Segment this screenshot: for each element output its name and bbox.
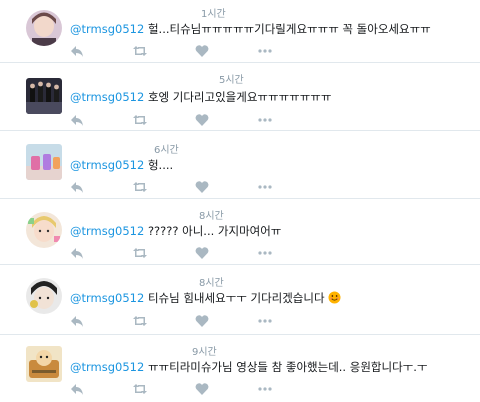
action-bar [70,113,370,127]
reply-text: @trmsg0512 헝.... [70,158,173,172]
more-icon[interactable] [258,113,272,127]
avatar[interactable] [26,78,62,114]
reply-item: 5시간 @trmsg0512 호엥 기다리고있을게요ㅠㅠㅠㅠㅠㅠㅠ [0,66,480,131]
smiling-emoji-icon [328,291,341,307]
reply-text: @trmsg0512 티슈님 힘내세요ㅜㅜ 기다리겠습니다 [70,291,341,307]
reply-text: @trmsg0512 호엥 기다리고있을게요ㅠㅠㅠㅠㅠㅠㅠ [70,90,331,104]
timestamp[interactable]: 5시간 [219,75,244,87]
reply-body: 헐...티슈님ㅠㅠㅠㅠㅠ기다릴게요ㅠㅠㅠ 꼭 돌아오세요ㅠㅠ [147,22,431,36]
timestamp[interactable]: 6시간 [154,145,179,157]
reply-icon[interactable] [70,314,84,328]
mention-link[interactable]: @trmsg0512 [70,291,144,305]
reply-item: 1시간 @trmsg0512 헐...티슈님ㅠㅠㅠㅠㅠ기다릴게요ㅠㅠㅠ 꼭 돌아… [0,0,480,63]
like-icon[interactable] [195,44,209,58]
action-bar [70,382,370,396]
timestamp[interactable]: 1시간 [201,9,226,21]
avatar[interactable] [26,10,62,46]
reply-body: 호엥 기다리고있을게요ㅠㅠㅠㅠㅠㅠㅠ [147,90,332,104]
more-icon[interactable] [258,246,272,260]
avatar[interactable] [26,346,62,382]
like-icon[interactable] [195,382,209,396]
timestamp[interactable]: 8시간 [199,278,224,290]
like-icon[interactable] [195,314,209,328]
reply-icon[interactable] [70,382,84,396]
retweet-icon[interactable] [133,180,147,194]
reply-item: 6시간 @trmsg0512 헝.... [0,134,480,199]
more-icon[interactable] [258,382,272,396]
reply-feed: 1시간 @trmsg0512 헐...티슈님ㅠㅠㅠㅠㅠ기다릴게요ㅠㅠㅠ 꼭 돌아… [0,0,480,402]
reply-icon[interactable] [70,246,84,260]
avatar[interactable] [26,144,62,180]
retweet-icon[interactable] [133,44,147,58]
like-icon[interactable] [195,113,209,127]
mention-link[interactable]: @trmsg0512 [70,360,144,374]
mention-link[interactable]: @trmsg0512 [70,90,144,104]
reply-body: 헝.... [147,158,174,172]
mention-link[interactable]: @trmsg0512 [70,224,144,238]
action-bar [70,246,370,260]
avatar[interactable] [26,212,62,248]
retweet-icon[interactable] [133,246,147,260]
reply-item: 9시간 @trmsg0512 ㅠㅠ티라미슈가님 영상들 참 좋아했는데.. 응원… [0,338,480,402]
reply-item: 8시간 @trmsg0512 티슈님 힘내세요ㅜㅜ 기다리겠습니다 [0,268,480,335]
reply-body: 티슈님 힘내세요ㅜㅜ 기다리겠습니다 [147,291,325,305]
like-icon[interactable] [195,180,209,194]
reply-text: @trmsg0512 헐...티슈님ㅠㅠㅠㅠㅠ기다릴게요ㅠㅠㅠ 꼭 돌아오세요ㅠ… [70,22,431,36]
like-icon[interactable] [195,246,209,260]
reply-body: ????? 아니... 가지마여어ㅠ [147,224,282,238]
retweet-icon[interactable] [133,382,147,396]
reply-item: 8시간 @trmsg0512 ????? 아니... 가지마여어ㅠ [0,202,480,265]
retweet-icon[interactable] [133,314,147,328]
action-bar [70,314,370,328]
reply-text: @trmsg0512 ㅠㅠ티라미슈가님 영상들 참 좋아했는데.. 응원합니다ㅜ… [70,360,427,374]
reply-text: @trmsg0512 ????? 아니... 가지마여어ㅠ [70,224,281,238]
more-icon[interactable] [258,44,272,58]
retweet-icon[interactable] [133,113,147,127]
timestamp[interactable]: 8시간 [199,211,224,223]
timestamp[interactable]: 9시간 [192,347,217,359]
mention-link[interactable]: @trmsg0512 [70,158,144,172]
avatar[interactable] [26,278,62,314]
reply-icon[interactable] [70,180,84,194]
more-icon[interactable] [258,314,272,328]
action-bar [70,180,370,194]
reply-body: ㅠㅠ티라미슈가님 영상들 참 좋아했는데.. 응원합니다ㅜ.ㅜ [147,360,428,374]
action-bar [70,44,370,58]
reply-icon[interactable] [70,44,84,58]
reply-icon[interactable] [70,113,84,127]
mention-link[interactable]: @trmsg0512 [70,22,144,36]
more-icon[interactable] [258,180,272,194]
